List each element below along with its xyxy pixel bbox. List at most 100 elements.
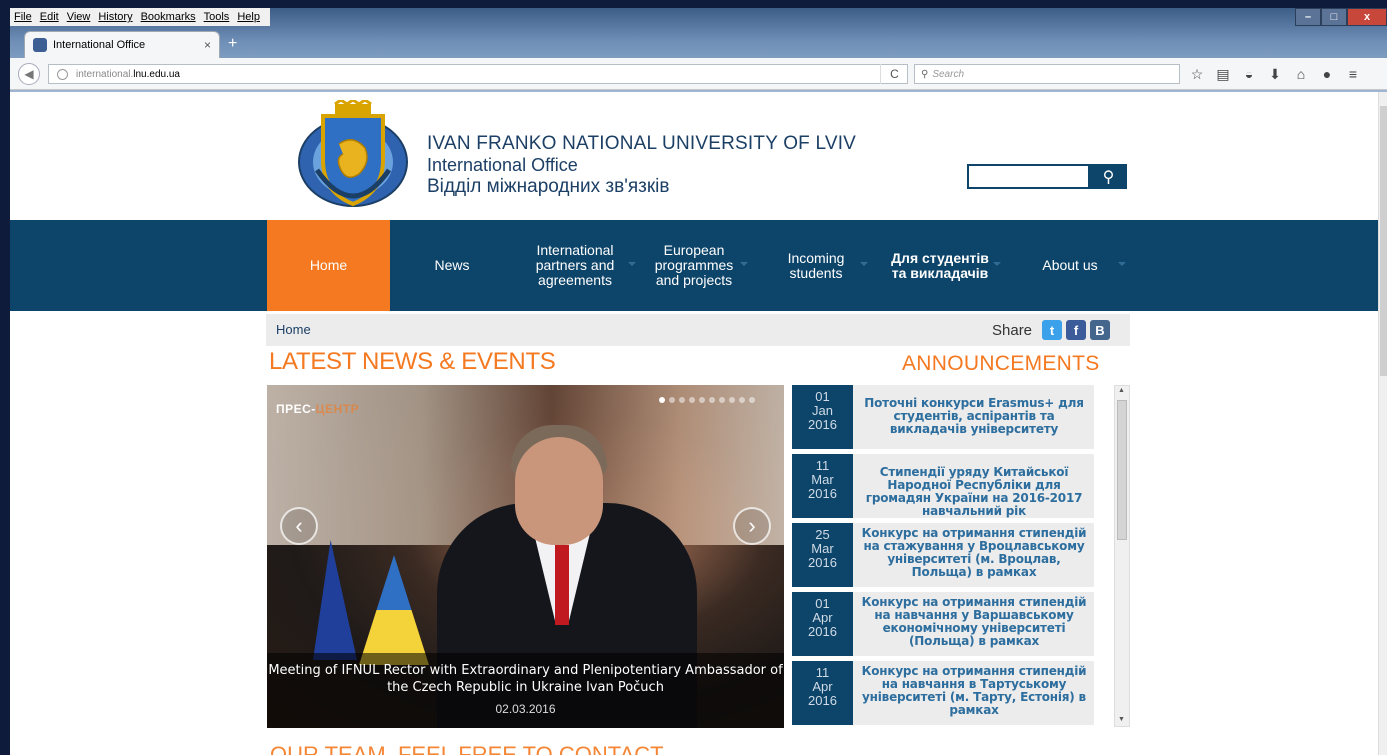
- nav-partners[interactable]: International partners and agreements: [520, 220, 636, 311]
- chevron-down-icon: [993, 262, 1001, 266]
- slider-dot[interactable]: [679, 397, 685, 403]
- announcements-heading: ANNOUNCEMENTS: [902, 352, 1100, 375]
- list-item[interactable]: 11 Apr 2016 Конкурс на отримання стипенд…: [792, 661, 1094, 725]
- breadcrumb-home[interactable]: Home: [276, 322, 311, 337]
- slider-dot[interactable]: [669, 397, 675, 403]
- download-icon[interactable]: ⬇: [1262, 64, 1288, 84]
- date-year: 2016: [808, 555, 837, 570]
- nav-news[interactable]: News: [410, 220, 494, 311]
- back-button[interactable]: ◀: [18, 63, 40, 85]
- hamburger-menu-icon[interactable]: ≡: [1340, 64, 1366, 84]
- our-team-heading: OUR TEAM. FEEL FREE TO CONTACT: [270, 742, 664, 755]
- slider-dot[interactable]: [729, 397, 735, 403]
- site-search-input[interactable]: [967, 164, 1090, 189]
- browser-search-field[interactable]: ⚲ Search: [914, 64, 1180, 84]
- university-crest-logo[interactable]: [295, 100, 411, 212]
- scrollbar-thumb[interactable]: [1117, 400, 1127, 540]
- pocket-icon[interactable]: ◒: [1236, 64, 1262, 84]
- maximize-button[interactable]: □: [1321, 8, 1347, 26]
- announcement-title[interactable]: Стипендії уряду Китайської Народної Респ…: [860, 466, 1088, 518]
- nav-european-label: European programmes and projects: [654, 242, 734, 288]
- announcement-title[interactable]: Поточні конкурси Erasmus+ для студентів,…: [860, 397, 1088, 436]
- scroll-up-icon[interactable]: ▲: [1118, 387, 1125, 394]
- nav-students[interactable]: Для студентів та викладачів: [885, 220, 1001, 311]
- slider-dot[interactable]: [719, 397, 725, 403]
- url-bar[interactable]: international. lnu.edu.ua: [48, 64, 908, 84]
- bookmark-star-icon[interactable]: ☆: [1184, 64, 1210, 84]
- announcement-date: 01 Apr 2016: [792, 592, 853, 656]
- vk-icon[interactable]: B: [1090, 320, 1110, 340]
- nav-about[interactable]: About us: [1020, 220, 1126, 311]
- menu-bookmarks[interactable]: Bookmarks: [141, 11, 196, 23]
- news-slider[interactable]: ПРЕС-ЦЕНТР ‹ › Meeting of IFNUL Rector w…: [267, 385, 784, 728]
- facebook-icon[interactable]: f: [1066, 320, 1086, 340]
- list-item[interactable]: 01 Apr 2016 Конкурс на отримання стипенд…: [792, 592, 1094, 656]
- slider-dot[interactable]: [689, 397, 695, 403]
- slider-dots: [659, 397, 759, 403]
- list-item[interactable]: 01 Jan 2016 Поточні конкурси Erasmus+ дл…: [792, 385, 1094, 449]
- tab-title: International Office: [53, 39, 146, 51]
- announcements-list: 01 Jan 2016 Поточні конкурси Erasmus+ дл…: [792, 385, 1094, 725]
- slider-prev-icon[interactable]: ‹: [280, 507, 318, 545]
- close-window-button[interactable]: x: [1347, 8, 1387, 26]
- minimize-button[interactable]: –: [1295, 8, 1321, 26]
- date-month: Mar: [811, 472, 834, 487]
- bookmarks-menu-icon[interactable]: ▤: [1210, 64, 1236, 84]
- date-month: Apr: [812, 610, 833, 625]
- site-info-icon[interactable]: [57, 68, 68, 80]
- list-item[interactable]: 11 Mar 2016 Стипендії уряду Китайської Н…: [792, 454, 1094, 518]
- announcements-scrollbar[interactable]: ▲ ▼: [1114, 385, 1130, 727]
- slider-dot[interactable]: [659, 397, 665, 403]
- tab-international-office[interactable]: International Office ×: [24, 31, 220, 58]
- page-scrollbar-thumb[interactable]: [1380, 106, 1387, 376]
- close-tab-icon[interactable]: ×: [204, 38, 211, 52]
- announcement-title[interactable]: Конкурс на отримання стипендій на навчан…: [860, 596, 1088, 648]
- slide-tie: [555, 545, 569, 625]
- site-search-button[interactable]: ⚲: [1090, 164, 1127, 189]
- announcement-title[interactable]: Конкурс на отримання стипендій на стажув…: [860, 527, 1088, 579]
- date-day: 01: [815, 389, 830, 404]
- chat-icon[interactable]: ●: [1314, 64, 1340, 84]
- date-month: Jan: [812, 403, 833, 418]
- menu-tools[interactable]: Tools: [204, 11, 230, 23]
- site-search: ⚲: [967, 164, 1127, 189]
- date-month: Apr: [812, 679, 833, 694]
- reload-button[interactable]: C: [880, 64, 908, 84]
- ukraine-flag-image: [359, 555, 429, 665]
- menu-history[interactable]: History: [98, 11, 132, 23]
- slider-dot[interactable]: [739, 397, 745, 403]
- announcement-title[interactable]: Конкурс на отримання стипендій на навчан…: [860, 665, 1088, 717]
- page-scrollbar[interactable]: [1378, 92, 1387, 755]
- menu-view[interactable]: View: [67, 11, 91, 23]
- new-tab-button[interactable]: +: [228, 35, 237, 53]
- tab-bar: International Office × +: [10, 28, 1387, 58]
- slider-dot[interactable]: [699, 397, 705, 403]
- nav-incoming[interactable]: Incoming students: [770, 220, 868, 311]
- date-year: 2016: [808, 486, 837, 501]
- browser-menubar: File Edit View History Bookmarks Tools H…: [10, 8, 270, 26]
- date-day: 25: [815, 527, 830, 542]
- search-icon: ⚲: [1102, 168, 1115, 186]
- university-name: IVAN FRANKO NATIONAL UNIVERSITY OF LVIV: [427, 133, 857, 154]
- scroll-down-icon[interactable]: ▼: [1118, 716, 1125, 723]
- date-day: 11: [815, 458, 830, 473]
- slider-dot[interactable]: [709, 397, 715, 403]
- nav-home[interactable]: Home: [267, 220, 390, 311]
- slider-next-icon[interactable]: ›: [733, 507, 771, 545]
- announcement-date: 11 Mar 2016: [792, 454, 853, 518]
- slide-caption[interactable]: Meeting of IFNUL Rector with Extraordina…: [267, 653, 784, 728]
- menu-file[interactable]: File: [14, 11, 32, 23]
- twitter-icon[interactable]: t: [1042, 320, 1062, 340]
- slide-caption-date: 02.03.2016: [495, 702, 556, 716]
- browser-navbar: ◀ international. lnu.edu.ua C ⚲ Search ☆ …: [10, 58, 1387, 90]
- menu-edit[interactable]: Edit: [40, 11, 59, 23]
- date-day: 11: [815, 665, 830, 680]
- chevron-down-icon: [860, 262, 868, 266]
- list-item[interactable]: 25 Mar 2016 Конкурс на отримання стипенд…: [792, 523, 1094, 587]
- url-domain: lnu.edu.ua: [133, 68, 180, 80]
- slider-dot[interactable]: [749, 397, 755, 403]
- chevron-down-icon: [628, 262, 636, 266]
- nav-european[interactable]: European programmes and projects: [646, 220, 748, 311]
- home-icon[interactable]: ⌂: [1288, 64, 1314, 84]
- menu-help[interactable]: Help: [237, 11, 260, 23]
